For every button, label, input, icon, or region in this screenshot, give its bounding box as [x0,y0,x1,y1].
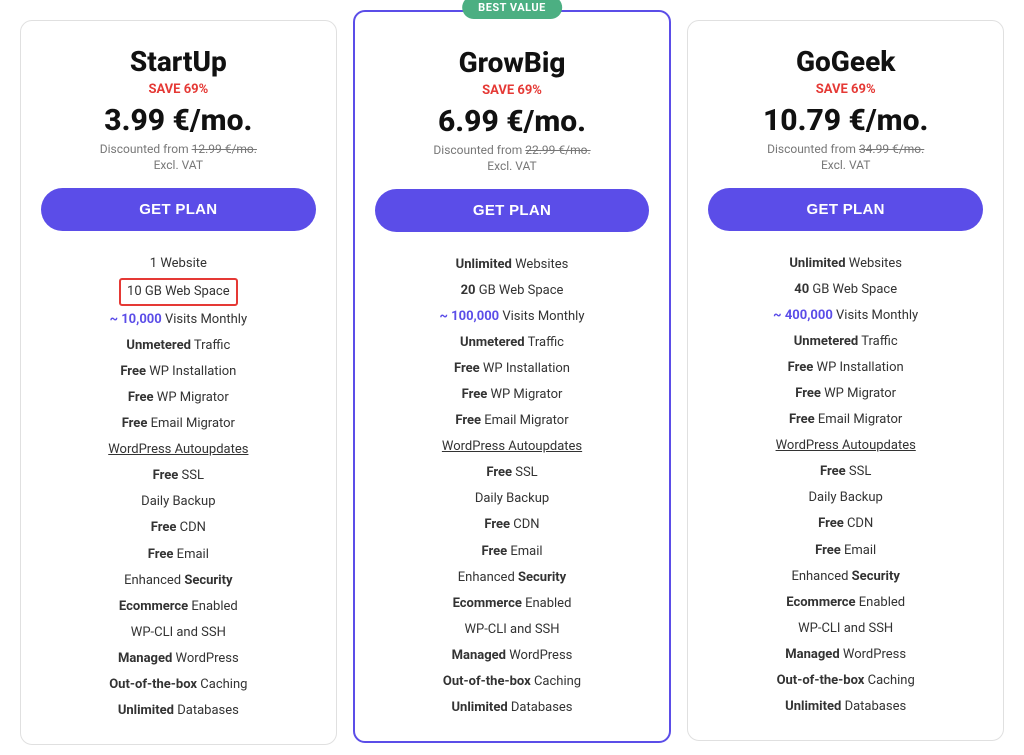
feature-item: Free Email [708,538,983,564]
feature-item: Unmetered Traffic [375,330,650,356]
feature-item: Out-of-the-box Caching [708,668,983,694]
feature-item: 10 GB Web Space [41,277,316,307]
feature-item: Unlimited Websites [375,252,650,278]
feature-item: Unlimited Databases [41,698,316,724]
feature-item: ~ 100,000 Visits Monthly [375,304,650,330]
feature-item: Free WP Installation [41,359,316,385]
feature-item: Daily Backup [41,489,316,515]
plan-name: GoGeek [708,45,983,78]
plan-name: StartUp [41,45,316,78]
feature-item: Ecommerce Enabled [375,591,650,617]
plan-name: GrowBig [375,46,650,79]
feature-item: Free WP Migrator [708,381,983,407]
feature-item: Daily Backup [375,486,650,512]
excl-vat: Excl. VAT [708,158,983,172]
discounted-from: Discounted from 12.99 €/mo. [41,142,316,156]
feature-item: Daily Backup [708,485,983,511]
feature-item: Managed WordPress [708,642,983,668]
feature-item: Out-of-the-box Caching [375,669,650,695]
feature-item: Free Email [375,539,650,565]
get-plan-button[interactable]: GET PLAN [708,188,983,231]
get-plan-button[interactable]: GET PLAN [41,188,316,231]
feature-item: Free Email Migrator [375,408,650,434]
save-badge: SAVE 69% [41,82,316,97]
feature-item: Out-of-the-box Caching [41,672,316,698]
plan-price: 6.99 €/mo. [375,104,650,139]
feature-item: Free WP Migrator [41,385,316,411]
feature-item: Managed WordPress [375,643,650,669]
feature-item: Ecommerce Enabled [708,590,983,616]
feature-item: WP-CLI and SSH [375,617,650,643]
plan-card-startup: StartUp SAVE 69% 3.99 €/mo. Discounted from… [20,20,337,745]
feature-item: Unlimited Databases [375,695,650,721]
feature-item: Free WP Installation [375,356,650,382]
feature-item: Free WP Installation [708,355,983,381]
feature-item: Ecommerce Enabled [41,594,316,620]
features-list: 1 Website10 GB Web Space~ 10,000 Visits … [41,251,316,724]
feature-item: Free CDN [708,511,983,537]
feature-item: WP-CLI and SSH [708,616,983,642]
save-badge: SAVE 69% [708,82,983,97]
excl-vat: Excl. VAT [41,158,316,172]
feature-item: ~ 400,000 Visits Monthly [708,303,983,329]
feature-item: Free SSL [375,460,650,486]
feature-item: Enhanced Security [41,568,316,594]
save-badge: SAVE 69% [375,83,650,98]
feature-item: WordPress Autoupdates [41,437,316,463]
feature-item: Free SSL [708,459,983,485]
feature-item: Unmetered Traffic [708,329,983,355]
feature-item: ~ 10,000 Visits Monthly [41,307,316,333]
feature-item: Enhanced Security [375,565,650,591]
plan-card-gogeek: GoGeek SAVE 69% 10.79 €/mo. Discounted from… [687,20,1004,741]
plans-container: StartUp SAVE 69% 3.99 €/mo. Discounted from… [12,20,1012,745]
feature-item: Managed WordPress [41,646,316,672]
best-value-badge: BEST VALUE [462,0,562,19]
feature-item: Free CDN [375,512,650,538]
feature-item: Unlimited Databases [708,694,983,720]
features-list: Unlimited Websites20 GB Web Space~ 100,0… [375,252,650,721]
feature-item: 20 GB Web Space [375,278,650,304]
feature-item: Free WP Migrator [375,382,650,408]
feature-item: Unmetered Traffic [41,333,316,359]
plan-price: 10.79 €/mo. [708,103,983,138]
plan-card-growbig: BEST VALUEGrowBigSAVE 69%6.99 €/mo.Disco… [353,10,672,743]
plan-price: 3.99 €/mo. [41,103,316,138]
discounted-from: Discounted from 22.99 €/mo. [375,143,650,157]
feature-item: Enhanced Security [708,564,983,590]
feature-item: Free Email [41,542,316,568]
discounted-from: Discounted from 34.99 €/mo. [708,142,983,156]
feature-item: Free CDN [41,515,316,541]
features-list: Unlimited Websites40 GB Web Space~ 400,0… [708,251,983,720]
excl-vat: Excl. VAT [375,159,650,173]
feature-item: 40 GB Web Space [708,277,983,303]
feature-item: WordPress Autoupdates [375,434,650,460]
feature-item: Free Email Migrator [41,411,316,437]
feature-item: WordPress Autoupdates [708,433,983,459]
feature-item: Free Email Migrator [708,407,983,433]
feature-item: 1 Website [41,251,316,277]
feature-item: Free SSL [41,463,316,489]
feature-item: Unlimited Websites [708,251,983,277]
feature-item: WP-CLI and SSH [41,620,316,646]
get-plan-button[interactable]: GET PLAN [375,189,650,232]
